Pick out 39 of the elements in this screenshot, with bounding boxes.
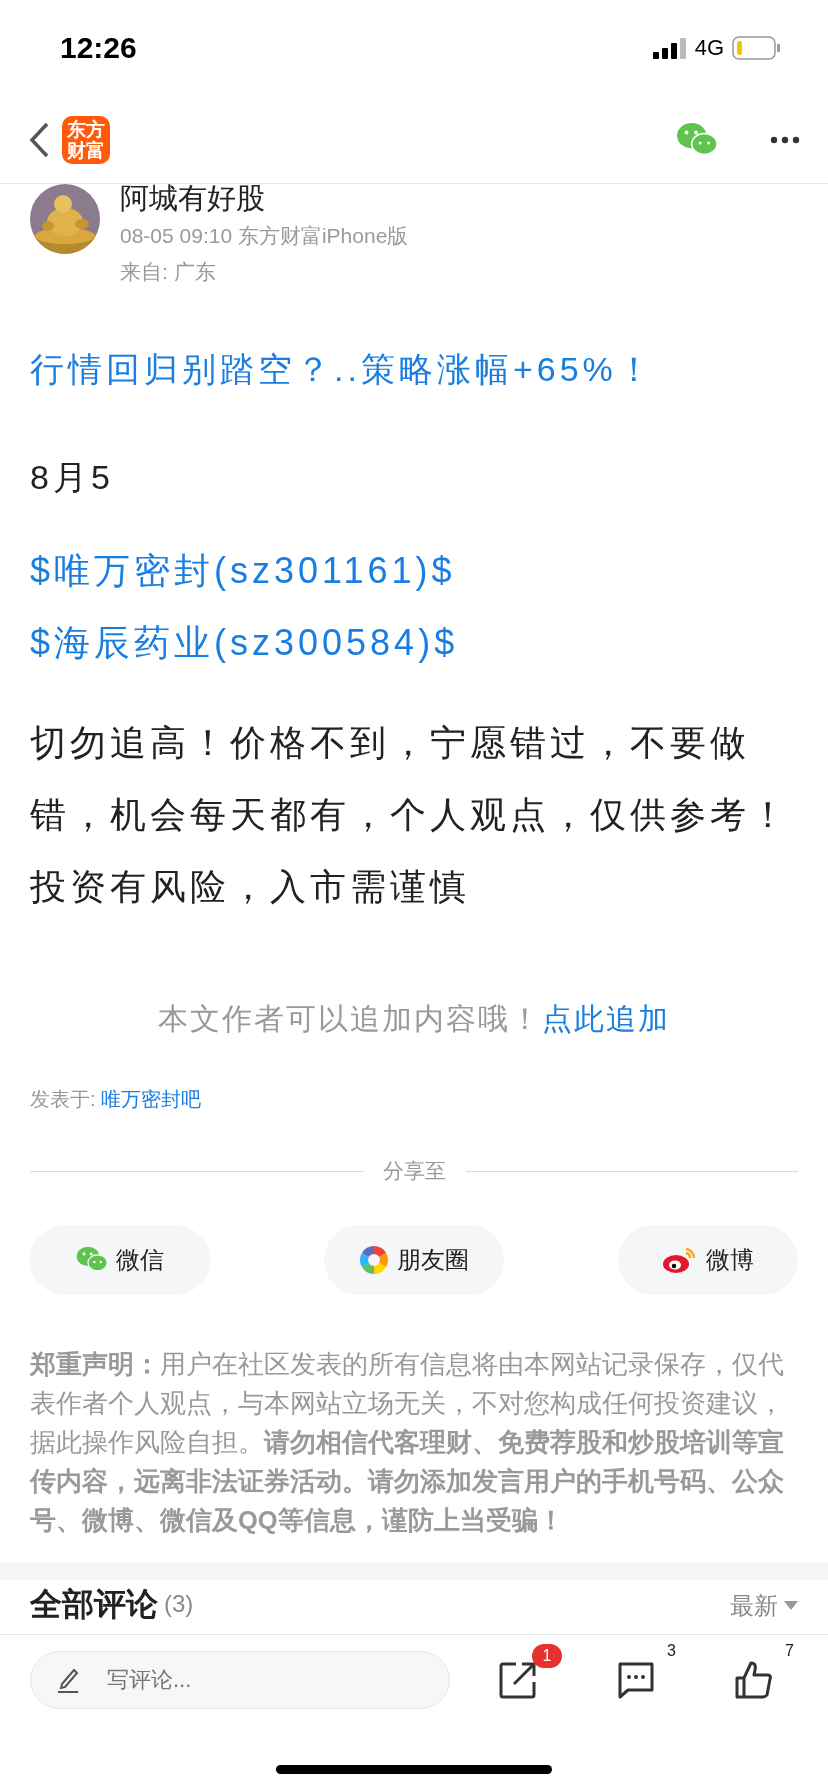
post-location: 来自: 广东 [120,259,217,285]
comments-count: (3) [164,1589,194,1619]
post-meta: 08-05 09:10 东方财富iPhone版 [120,223,409,249]
like-count: 7 [785,1642,794,1660]
forum-link[interactable]: 唯万密封吧 [101,1088,202,1110]
posted-in: 发表于: 唯万密封吧 [30,1087,203,1112]
post-body: 切勿追高！价格不到，宁愿错过，不要做错，机会每天都有，个人观点，仅供参考！投资有风险，入市需谨慎 [30,721,791,909]
battery-icon [732,36,780,60]
thumbs-up-icon [734,1660,774,1700]
append-link[interactable]: 点此追加 [542,1002,670,1035]
author-name[interactable]: 阿城有好股 [120,178,409,218]
share-button[interactable]: 微信 [30,1225,210,1295]
network-type: 4G [694,35,724,61]
chat-bubbles-icon [76,1246,108,1274]
pencil-icon [56,1666,80,1694]
share-button[interactable]: 微博 [618,1225,798,1295]
more-icon[interactable] [770,135,800,144]
app-logo: 东方财富 [62,115,110,164]
share-icon [498,1660,538,1700]
comment-count: 3 [667,1642,676,1660]
back-icon[interactable] [28,121,50,158]
aperture-icon [359,1245,389,1275]
comments-heading: 全部评论 [30,1586,158,1622]
stock-link[interactable]: $海辰药业(sz300584)$ [30,607,459,679]
append-note: 本文作者可以追加内容哦！点此追加 [157,1001,671,1037]
caret-icon [784,1601,798,1611]
post-date: 8月5 [30,457,115,498]
disclaimer: 郑重声明：用户在社区发表的所有信息将由本网站记录保存，仅代表作者个人观点，与本网站立场无关，不对您构成任何投资建议，据此操作风险自担。请勿相信代客理财、免费荐股和炒股培训等宣传内容，远离非法证券活动。请勿添加发言用户的手机号码、公众号、微博、微信及QQ等信息，谨防上当受骗！ [30,1349,785,1536]
share-button[interactable]: 朋友圈 [324,1225,504,1295]
stock-link[interactable]: $唯万密封(sz301161)$ [30,535,456,607]
comment-field[interactable]: 写评论... [30,1651,450,1709]
signal-icon [652,37,687,59]
share-heading: 分享至 [382,1158,446,1184]
notification-badge: 1 [532,1644,562,1668]
comment-icon [616,1660,656,1700]
weibo-icon [662,1245,698,1275]
status-time: 12:26 [60,31,137,65]
sort-button[interactable]: 最新 [730,1590,798,1622]
post-title: 行情回归别踏空？..策略涨幅+65%！ [30,349,656,390]
